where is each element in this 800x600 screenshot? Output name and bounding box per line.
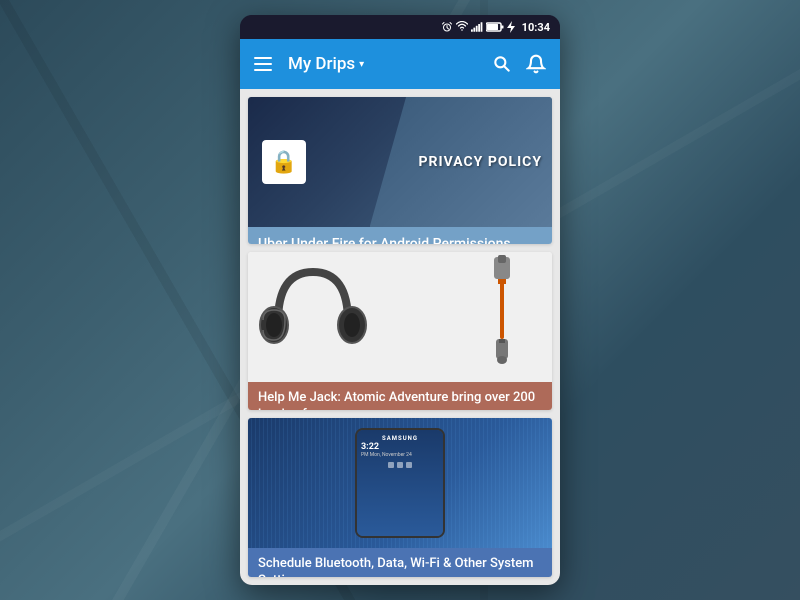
card-1-title: Uber Under Fire for Android Permissions bbox=[258, 235, 542, 244]
hamburger-line-3 bbox=[254, 69, 272, 71]
article-card-3[interactable]: SAMSUNG 3:22 PM Mon, November 24 Sch bbox=[248, 418, 552, 577]
phone-frame: 10:34 My Drips ▾ bbox=[240, 15, 560, 585]
status-icons: 10:34 bbox=[441, 21, 550, 34]
card-3-image: SAMSUNG 3:22 PM Mon, November 24 bbox=[248, 418, 552, 548]
samsung-app-icons bbox=[361, 462, 439, 468]
hamburger-menu-button[interactable] bbox=[254, 57, 272, 71]
search-icon[interactable] bbox=[492, 54, 512, 74]
card-1-image: 🔒 PRIVACY POLICY bbox=[248, 97, 552, 227]
cable-illustration bbox=[472, 252, 532, 372]
bell-icon[interactable] bbox=[526, 54, 546, 74]
app-icon-1 bbox=[388, 462, 394, 468]
samsung-screen: SAMSUNG 3:22 PM Mon, November 24 bbox=[357, 430, 443, 536]
top-bar-actions bbox=[492, 54, 546, 74]
top-bar: My Drips ▾ bbox=[240, 39, 560, 89]
article-card-1[interactable]: 🔒 PRIVACY POLICY Uber Under Fire for And… bbox=[248, 97, 552, 244]
card-3-bg: SAMSUNG 3:22 PM Mon, November 24 bbox=[248, 418, 552, 548]
feed-content: 🔒 PRIVACY POLICY Uber Under Fire for And… bbox=[240, 89, 560, 585]
hamburger-line-2 bbox=[254, 63, 272, 65]
privacy-policy-label: PRIVACY POLICY bbox=[419, 154, 543, 170]
card-1-title-overlay: Uber Under Fire for Android Permissions bbox=[248, 227, 552, 244]
status-time: 10:34 bbox=[522, 21, 550, 34]
samsung-time-display: 3:22 bbox=[361, 442, 439, 452]
card-1-bg: 🔒 PRIVACY POLICY bbox=[248, 97, 552, 227]
lock-icon: 🔒 bbox=[262, 140, 306, 184]
article-card-2[interactable]: Help Me Jack: Atomic Adventure bring ove… bbox=[248, 252, 552, 411]
samsung-date-display: PM Mon, November 24 bbox=[361, 452, 439, 458]
card-2-image bbox=[248, 252, 552, 382]
headphones-illustration bbox=[248, 252, 378, 372]
card-2-bg bbox=[248, 252, 552, 382]
wifi-icon bbox=[456, 21, 468, 33]
samsung-logo-text: SAMSUNG bbox=[361, 435, 439, 442]
app-title-area: My Drips ▾ bbox=[288, 54, 482, 74]
card-3-title-overlay: Schedule Bluetooth, Data, Wi-Fi & Other … bbox=[248, 548, 552, 577]
samsung-phone-illustration: SAMSUNG 3:22 PM Mon, November 24 bbox=[355, 428, 445, 538]
app-title: My Drips bbox=[288, 54, 355, 74]
hamburger-line-1 bbox=[254, 57, 272, 59]
alarm-icon bbox=[441, 21, 453, 33]
status-bar: 10:34 bbox=[240, 15, 560, 39]
app-icon-2 bbox=[397, 462, 403, 468]
signal-icon bbox=[471, 21, 483, 33]
charge-icon bbox=[507, 21, 515, 33]
battery-icon bbox=[486, 22, 504, 32]
card-2-title: Help Me Jack: Atomic Adventure bring ove… bbox=[258, 390, 542, 411]
card-2-title-overlay: Help Me Jack: Atomic Adventure bring ove… bbox=[248, 382, 552, 411]
chevron-down-icon[interactable]: ▾ bbox=[359, 59, 364, 70]
app-icon-3 bbox=[406, 462, 412, 468]
card-3-title: Schedule Bluetooth, Data, Wi-Fi & Other … bbox=[258, 556, 542, 577]
